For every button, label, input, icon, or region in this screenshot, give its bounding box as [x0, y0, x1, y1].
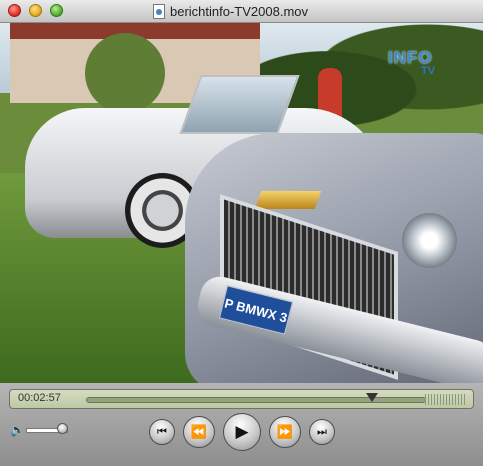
playback-controls: 00:02:57 🔈 ⏮ ⏪ ▶ ⏩ ⏭ [0, 383, 483, 466]
playhead-marker[interactable] [365, 393, 378, 402]
zoom-button[interactable] [50, 4, 63, 17]
window-title-text: berichtinfo-TV2008.mov [170, 3, 309, 19]
speaker-icon: 🔈 [10, 423, 25, 437]
close-button[interactable] [8, 4, 21, 17]
movie-file-icon [153, 3, 165, 19]
car-emblem [254, 191, 322, 209]
video-frame[interactable]: P BMWX 3 INFO TV [0, 23, 483, 383]
channel-logo-sub: TV [421, 65, 436, 77]
time-display: 00:02:57 [9, 389, 474, 409]
skip-forward-button[interactable]: ⏭ [309, 419, 335, 445]
skip-back-button[interactable]: ⏮ [149, 419, 175, 445]
video-tree [85, 33, 165, 113]
resize-grip [425, 394, 467, 405]
rewind-button[interactable]: ⏪ [183, 416, 215, 448]
player-window: berichtinfo-TV2008.mov P BMWX 3 INFO TV … [0, 0, 483, 466]
timecode: 00:02:57 [18, 392, 61, 404]
title-bar[interactable]: berichtinfo-TV2008.mov [0, 0, 483, 23]
minimize-button[interactable] [29, 4, 42, 17]
fast-forward-button[interactable]: ⏩ [269, 416, 301, 448]
volume-knob[interactable] [57, 423, 68, 434]
window-title: berichtinfo-TV2008.mov [153, 3, 308, 19]
car-headlight [402, 213, 457, 268]
play-button[interactable]: ▶ [223, 413, 261, 451]
